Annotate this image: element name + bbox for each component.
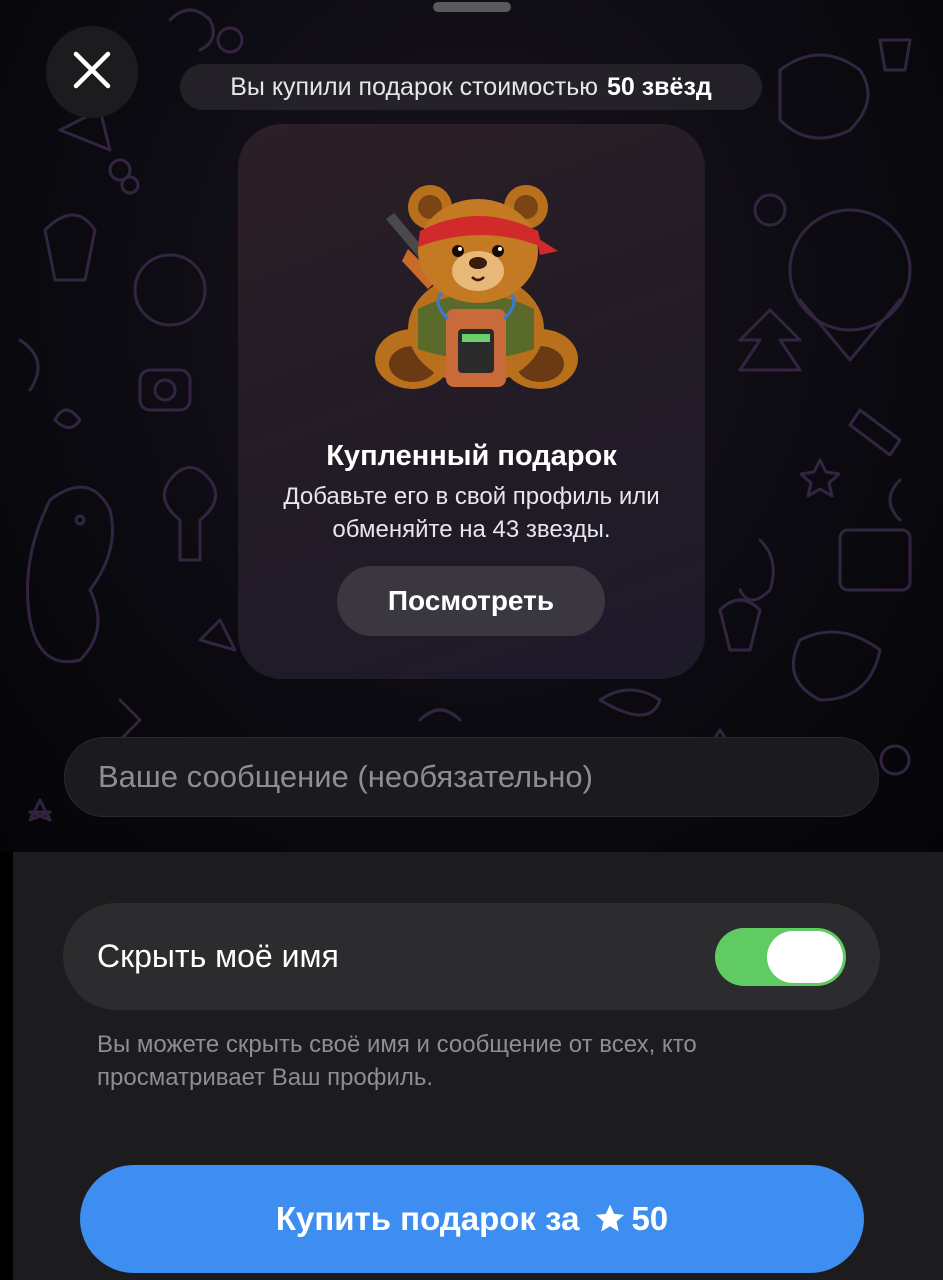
hide-name-toggle[interactable] [715,928,846,986]
buy-label: Купить подарок за [275,1200,580,1237]
toggle-knob [767,931,843,983]
gift-card-title: Купленный подарок [326,440,617,472]
gift-card: Купленный подарок Добавьте его в свой пр… [238,124,705,679]
star-icon [593,1202,627,1236]
gift-card-description: Добавьте его в свой профиль или обменяйт… [283,483,660,543]
purchase-banner: Вы купили подарок стоимостью 50 звёзд [180,64,762,110]
hide-name-label: Скрыть моё имя [97,938,339,974]
hide-name-hint: Вы можете скрыть своё имя и сообщение от… [97,1031,697,1091]
view-gift-button[interactable]: Посмотреть [337,566,605,636]
close-button[interactable] [46,26,138,118]
close-icon [72,50,112,95]
message-placeholder: Ваше сообщение (необязательно) [98,759,593,794]
buy-amount: 50 [631,1200,669,1237]
teddy-bear-gift-icon [368,179,583,404]
hide-name-row[interactable]: Скрыть моё имя [63,903,880,1010]
banner-amount: 50 звёзд [607,72,712,101]
banner-text: Вы купили подарок стоимостью [230,72,598,101]
message-input[interactable]: Ваше сообщение (необязательно) [64,737,879,817]
sheet-grab-handle[interactable] [433,2,511,12]
buy-gift-button[interactable]: Купить подарок за 50 [80,1165,864,1273]
